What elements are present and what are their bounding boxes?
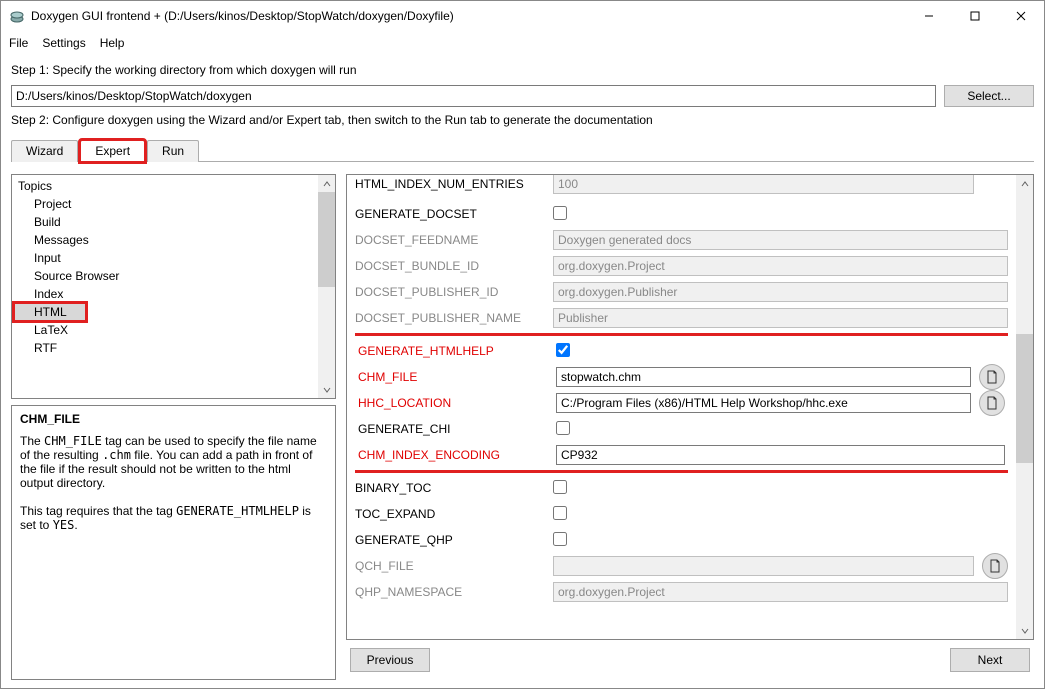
- scroll-down-icon[interactable]: [318, 381, 335, 398]
- tab-wizard[interactable]: Wizard: [11, 140, 78, 162]
- row-toc-expand: TOC_EXPAND: [355, 501, 1008, 527]
- highlighted-group: GENERATE_HTMLHELP CHM_FILE: [355, 333, 1008, 473]
- help-panel: CHM_FILE The CHM_FILE tag can be used to…: [11, 405, 336, 680]
- field-docset-publisher-id[interactable]: [553, 282, 1008, 302]
- topic-rtf[interactable]: RTF: [14, 339, 316, 357]
- checkbox-toc-expand[interactable]: [553, 506, 567, 520]
- nav-row: Previous Next: [346, 640, 1034, 680]
- checkbox-generate-qhp[interactable]: [553, 532, 567, 546]
- menubar: File Settings Help: [1, 31, 1044, 55]
- tab-run[interactable]: Run: [147, 140, 199, 162]
- browse-qch-file-button[interactable]: [982, 553, 1008, 579]
- help-title: CHM_FILE: [20, 412, 327, 426]
- topic-source-browser[interactable]: Source Browser: [14, 267, 316, 285]
- field-html-index-num[interactable]: [553, 175, 974, 194]
- checkbox-generate-docset[interactable]: [553, 206, 567, 220]
- row-generate-chi: GENERATE_CHI: [358, 416, 1005, 442]
- row-qhp-namespace: QHP_NAMESPACE: [355, 579, 1008, 605]
- topics-header: Topics: [14, 177, 316, 195]
- help-paragraph-2: This tag requires that the tag GENERATE_…: [20, 504, 327, 532]
- topics-scrollbar[interactable]: [318, 175, 335, 398]
- topic-input[interactable]: Input: [14, 249, 316, 267]
- scroll-up-icon[interactable]: [318, 175, 335, 192]
- topic-project[interactable]: Project: [14, 195, 316, 213]
- window-title: Doxygen GUI frontend + (D:/Users/kinos/D…: [31, 9, 906, 23]
- topic-messages[interactable]: Messages: [14, 231, 316, 249]
- field-chm-index-encoding[interactable]: [556, 445, 1005, 465]
- step2-label: Step 2: Configure doxygen using the Wiza…: [11, 113, 1034, 127]
- row-docset-publisher-name: DOCSET_PUBLISHER_NAME: [355, 305, 1008, 331]
- scroll-down-icon[interactable]: [1016, 622, 1033, 639]
- field-docset-bundle-id[interactable]: [553, 256, 1008, 276]
- row-generate-docset: GENERATE_DOCSET: [355, 201, 1008, 227]
- row-docset-feedname: DOCSET_FEEDNAME: [355, 227, 1008, 253]
- checkbox-generate-chi[interactable]: [556, 421, 570, 435]
- checkbox-binary-toc[interactable]: [553, 480, 567, 494]
- checkbox-generate-htmlhelp[interactable]: [556, 343, 570, 357]
- topic-build[interactable]: Build: [14, 213, 316, 231]
- app-window: Doxygen GUI frontend + (D:/Users/kinos/D…: [0, 0, 1045, 689]
- field-qch-file[interactable]: [553, 556, 974, 576]
- step1-row: Select...: [11, 85, 1034, 107]
- file-icon: [986, 396, 998, 410]
- options-panel: HTML_INDEX_NUM_ENTRIES GENERATE_DOCSET D…: [346, 174, 1034, 640]
- field-docset-publisher-name[interactable]: [553, 308, 1008, 328]
- tab-expert[interactable]: Expert: [80, 140, 145, 162]
- step1-label: Step 1: Specify the working directory fr…: [11, 63, 1034, 77]
- file-icon: [989, 559, 1001, 573]
- next-button[interactable]: Next: [950, 648, 1030, 672]
- file-icon: [986, 370, 998, 384]
- options-scrollbar[interactable]: [1016, 175, 1033, 639]
- previous-button[interactable]: Previous: [350, 648, 430, 672]
- browse-chm-file-button[interactable]: [979, 364, 1005, 390]
- working-dir-input[interactable]: [11, 85, 936, 107]
- minimize-button[interactable]: [906, 1, 952, 31]
- topic-index[interactable]: Index: [14, 285, 316, 303]
- scroll-up-icon[interactable]: [1016, 175, 1033, 192]
- topic-latex[interactable]: LaTeX: [14, 321, 316, 339]
- select-dir-button[interactable]: Select...: [944, 85, 1034, 107]
- menu-file[interactable]: File: [9, 36, 28, 50]
- row-generate-htmlhelp: GENERATE_HTMLHELP: [358, 338, 1005, 364]
- help-paragraph-1: The CHM_FILE tag can be used to specify …: [20, 434, 327, 490]
- field-hhc-location[interactable]: [556, 393, 971, 413]
- app-icon: [9, 8, 25, 24]
- tab-strip: Wizard Expert Run: [11, 139, 1034, 162]
- left-column: Topics Project Build Messages Input Sour…: [11, 174, 336, 680]
- client-area: Step 1: Specify the working directory fr…: [1, 55, 1044, 688]
- scroll-thumb[interactable]: [1016, 334, 1033, 463]
- field-chm-file[interactable]: [556, 367, 971, 387]
- right-column: HTML_INDEX_NUM_ENTRIES GENERATE_DOCSET D…: [346, 174, 1034, 680]
- row-qch-file: QCH_FILE: [355, 553, 1008, 579]
- topics-list: Topics Project Build Messages Input Sour…: [11, 174, 336, 399]
- row-chm-index-encoding: CHM_INDEX_ENCODING: [358, 442, 1005, 468]
- maximize-button[interactable]: [952, 1, 998, 31]
- menu-help[interactable]: Help: [100, 36, 125, 50]
- titlebar: Doxygen GUI frontend + (D:/Users/kinos/D…: [1, 1, 1044, 31]
- scroll-thumb[interactable]: [318, 192, 335, 287]
- close-button[interactable]: [998, 1, 1044, 31]
- row-docset-publisher-id: DOCSET_PUBLISHER_ID: [355, 279, 1008, 305]
- row-generate-qhp: GENERATE_QHP: [355, 527, 1008, 553]
- row-hhc-location: HHC_LOCATION: [358, 390, 1005, 416]
- field-qhp-namespace[interactable]: [553, 582, 1008, 602]
- menu-settings[interactable]: Settings: [42, 36, 85, 50]
- row-html-index-num: HTML_INDEX_NUM_ENTRIES: [355, 175, 1008, 197]
- topic-html[interactable]: HTML: [14, 303, 86, 321]
- row-chm-file: CHM_FILE: [358, 364, 1005, 390]
- expert-tab-body: Topics Project Build Messages Input Sour…: [11, 168, 1034, 680]
- row-docset-bundle-id: DOCSET_BUNDLE_ID: [355, 253, 1008, 279]
- browse-hhc-button[interactable]: [979, 390, 1005, 416]
- field-docset-feedname[interactable]: [553, 230, 1008, 250]
- row-binary-toc: BINARY_TOC: [355, 475, 1008, 501]
